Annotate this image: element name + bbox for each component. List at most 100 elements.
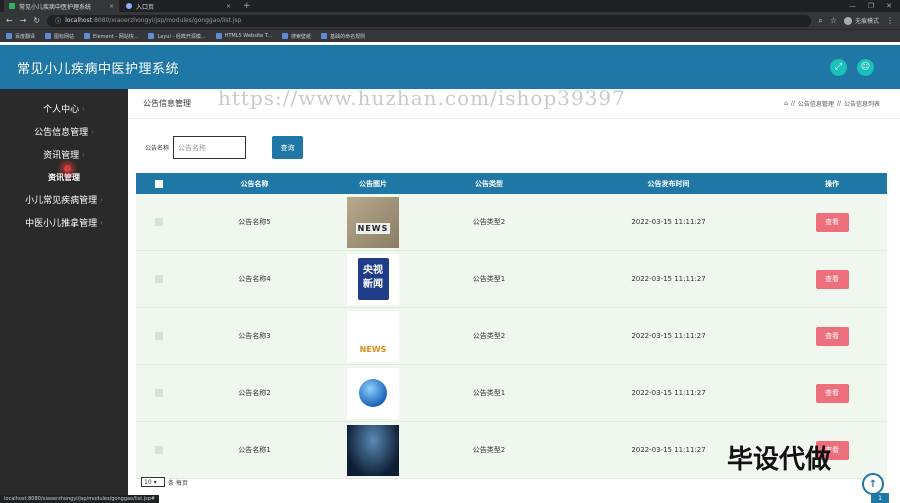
tab-close-icon[interactable]: × bbox=[226, 3, 231, 10]
table-row: 公告名称2 公告类型1 2022-03-15 11:11:27 查看 bbox=[136, 365, 887, 422]
maximize-icon[interactable]: ❐ bbox=[868, 2, 874, 10]
app-title: 常见小儿疾病中医护理系统 bbox=[17, 61, 180, 77]
notice-time: 2022-03-15 11:11:27 bbox=[631, 218, 706, 226]
notice-type: 公告类型1 bbox=[472, 275, 506, 283]
chevron-right-icon: › bbox=[100, 218, 103, 227]
view-button[interactable]: 查看 bbox=[815, 269, 849, 289]
sidebar-item-notice[interactable]: 公告信息管理 › bbox=[0, 120, 128, 143]
chevron-right-icon: › bbox=[91, 127, 94, 136]
fullscreen-icon[interactable]: ⤢ bbox=[830, 58, 847, 76]
notice-time: 2022-03-15 11:11:27 bbox=[631, 332, 706, 340]
close-window-icon[interactable]: ✕ bbox=[886, 2, 892, 10]
info-icon[interactable]: ⓘ bbox=[55, 16, 61, 25]
table-header: 公告名称 公告图片 公告类型 公告发布时间 操作 bbox=[136, 173, 887, 194]
bookmark-icon bbox=[215, 33, 222, 39]
bookmark-label: HTML5 Website T... bbox=[224, 33, 273, 39]
bookmark-label: 图标网站 bbox=[54, 33, 75, 40]
address-bar[interactable]: ⓘ localhost:8080/xiaoerzhongyi/jsp/modul… bbox=[47, 14, 812, 27]
page-title: 公告信息管理 bbox=[143, 99, 191, 108]
notice-name: 公告名称5 bbox=[238, 218, 271, 226]
row-checkbox[interactable] bbox=[154, 275, 163, 283]
tab-title: 常见小儿疾病中医护理系统 bbox=[19, 3, 92, 11]
search-input[interactable]: 公告名称 bbox=[173, 136, 247, 159]
bookmark-label: 百度翻译 bbox=[15, 33, 36, 40]
tab-favicon-icon bbox=[126, 3, 132, 9]
notice-type: 公告类型2 bbox=[472, 332, 506, 340]
bookmark-item[interactable]: 搜索壁纸 bbox=[282, 33, 311, 40]
notice-table: 公告名称 公告图片 公告类型 公告发布时间 操作 公告名称5 NEWS 公告类型… bbox=[136, 173, 887, 479]
globe-icon bbox=[359, 379, 387, 407]
bookmark-item[interactable]: 图标网站 bbox=[45, 33, 74, 40]
notice-time: 2022-03-15 11:11:27 bbox=[631, 389, 706, 397]
sidebar-item-diseases[interactable]: 小儿常见疾病管理 › bbox=[0, 188, 128, 211]
view-button[interactable]: 查看 bbox=[815, 326, 849, 346]
menu-icon[interactable]: ⋮ bbox=[886, 16, 894, 25]
promo-stamp: 毕设代做 bbox=[727, 445, 832, 475]
sidebar-item-label: 公告信息管理 bbox=[34, 128, 89, 138]
row-checkbox[interactable] bbox=[154, 218, 163, 226]
row-checkbox[interactable] bbox=[154, 389, 163, 397]
table-row: 公告名称3 NEWS 公告类型2 2022-03-15 11:11:27 查看 bbox=[136, 308, 887, 365]
watermark: https://www.huzhan.com/ishop39397 bbox=[218, 86, 626, 110]
notice-name: 公告名称3 bbox=[238, 332, 271, 340]
zoom-icon[interactable]: ⌕ bbox=[818, 16, 822, 26]
incognito-profile[interactable]: 无痕模式 bbox=[843, 16, 879, 25]
breadcrumb-level1[interactable]: 公告信息管理 bbox=[798, 99, 834, 108]
chevron-right-icon: › bbox=[100, 195, 103, 204]
notice-time: 2022-03-15 11:11:27 bbox=[631, 275, 706, 283]
home-icon[interactable]: ⌂ bbox=[784, 100, 788, 107]
scroll-to-top-icon[interactable]: ↑ bbox=[862, 473, 884, 495]
tab-close-icon[interactable]: × bbox=[109, 3, 114, 10]
bookmark-item[interactable]: 百度翻译 bbox=[6, 33, 35, 40]
user-icon[interactable]: ☺ bbox=[857, 58, 874, 76]
bookmark-icon bbox=[321, 33, 328, 39]
notice-name: 公告名称2 bbox=[238, 389, 271, 397]
notice-thumbnail: NEWS bbox=[347, 310, 399, 362]
new-tab-button[interactable]: + bbox=[238, 1, 256, 11]
sidebar-item-label: 中医小儿推拿管理 bbox=[25, 219, 98, 229]
row-checkbox[interactable] bbox=[154, 446, 163, 454]
bookmark-label: 基础的命名规则 bbox=[330, 33, 366, 40]
page-size-label: 条 每页 bbox=[168, 479, 188, 487]
tab-favicon-icon bbox=[9, 3, 15, 9]
bookmark-item[interactable]: Layui - 经典开源模... bbox=[148, 33, 206, 40]
browser-tab[interactable]: 入口页 × bbox=[121, 0, 236, 12]
column-header[interactable]: 公告名称 bbox=[181, 179, 328, 189]
forward-icon[interactable]: → bbox=[20, 16, 27, 25]
page-size-select[interactable]: 10 ▾ bbox=[141, 477, 165, 487]
table-row: 公告名称5 NEWS 公告类型2 2022-03-15 11:11:27 查看 bbox=[136, 194, 887, 251]
url-host: localhost bbox=[65, 17, 93, 24]
reload-icon[interactable]: ↻ bbox=[33, 16, 40, 25]
bookmark-icon bbox=[148, 33, 155, 39]
search-button[interactable]: 查询 bbox=[272, 136, 303, 159]
chevron-right-icon: › bbox=[82, 104, 85, 113]
column-header[interactable]: 公告发布时间 bbox=[560, 179, 777, 189]
breadcrumb-separator: // bbox=[836, 100, 841, 107]
bookmark-star-icon[interactable]: ☆ bbox=[830, 16, 837, 25]
view-button[interactable]: 查看 bbox=[815, 383, 849, 403]
search-label: 公告名称 bbox=[145, 145, 170, 152]
sidebar-item-news[interactable]: 资讯管理 › bbox=[0, 143, 128, 166]
bookmark-item[interactable]: 基础的命名规则 bbox=[321, 33, 365, 40]
sidebar-item-personal-center[interactable]: 个人中心 › bbox=[0, 97, 128, 120]
notice-thumbnail: NEWS bbox=[347, 196, 399, 248]
sidebar-item-massage[interactable]: 中医小儿推拿管理 › bbox=[0, 211, 128, 234]
sidebar: 个人中心 › 公告信息管理 › 资讯管理 › 资讯管理 小儿常见疾病管理 › 中医小儿推… bbox=[0, 89, 128, 503]
browser-tab-active[interactable]: 常见小儿疾病中医护理系统 × bbox=[4, 0, 119, 12]
back-icon[interactable]: ← bbox=[6, 16, 13, 25]
column-header[interactable]: 公告类型 bbox=[418, 179, 560, 189]
breadcrumb-level2: 公告信息列表 bbox=[843, 101, 880, 108]
browser-status-url: localhost:8080/xiaoerzhongyi/jsp/modules… bbox=[0, 495, 160, 503]
bookmark-item[interactable]: HTML5 Website T... bbox=[215, 33, 273, 39]
select-all-checkbox[interactable] bbox=[154, 179, 163, 188]
bookmarks-bar: 百度翻译 图标网站 Element - 网站快... Layui - 经典开源模… bbox=[0, 29, 900, 42]
chevron-right-icon: › bbox=[82, 150, 85, 159]
bookmark-label: 搜索壁纸 bbox=[291, 33, 312, 40]
notice-name: 公告名称4 bbox=[238, 275, 271, 283]
thumbnail-caption: NEWS bbox=[355, 222, 391, 234]
row-checkbox[interactable] bbox=[154, 332, 163, 340]
thumbnail-caption: NEWS bbox=[359, 344, 387, 354]
view-button[interactable]: 查看 bbox=[815, 212, 849, 232]
bookmark-item[interactable]: Element - 网站快... bbox=[84, 33, 138, 40]
minimize-icon[interactable]: — bbox=[849, 2, 856, 10]
